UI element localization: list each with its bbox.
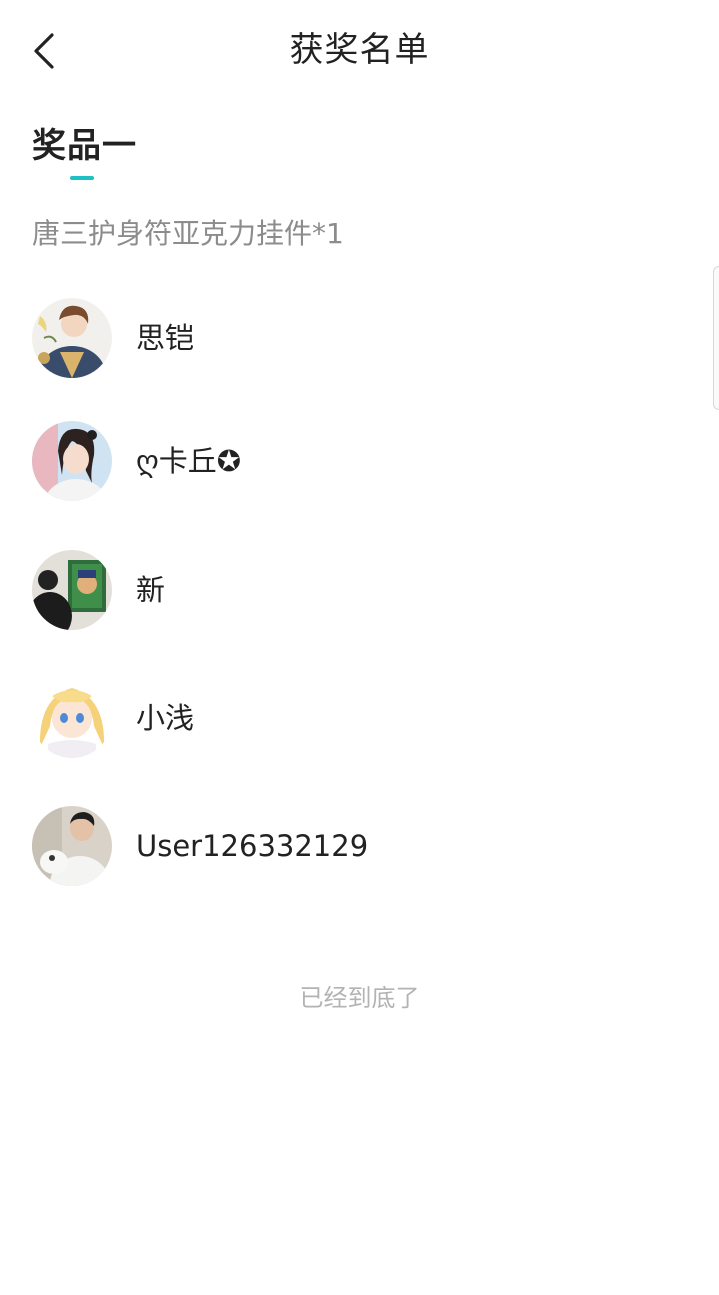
tab-prize-one[interactable]: 奖品一 [32, 124, 137, 184]
prize-description: 唐三护身符亚克力挂件*1 [32, 217, 344, 250]
avatar[interactable] [32, 421, 112, 501]
avatar[interactable] [32, 550, 112, 630]
winner-name: ღ卡丘✪ [136, 444, 242, 478]
header: 获奖名单 [0, 0, 719, 100]
avatar[interactable] [32, 298, 112, 378]
page-title: 获奖名单 [289, 30, 430, 70]
winner-name: 小浅 [136, 701, 195, 735]
avatar[interactable] [32, 678, 112, 758]
winner-row[interactable]: ღ卡丘✪ [32, 421, 692, 501]
winner-name: 思铠 [136, 321, 195, 355]
side-scroll-handle[interactable] [713, 266, 719, 410]
winner-name: 新 [136, 573, 166, 607]
avatar[interactable] [32, 806, 112, 886]
winner-row[interactable]: 思铠 [32, 298, 692, 378]
tab-active-indicator [70, 176, 94, 180]
winner-name: User126332129 [136, 829, 369, 863]
list-end-text: 已经到底了 [299, 984, 420, 1012]
tab-label: 奖品一 [32, 126, 137, 166]
winner-row[interactable]: User126332129 [32, 806, 692, 886]
winner-row[interactable]: 小浅 [32, 678, 692, 758]
winner-row[interactable]: 新 [32, 550, 692, 630]
